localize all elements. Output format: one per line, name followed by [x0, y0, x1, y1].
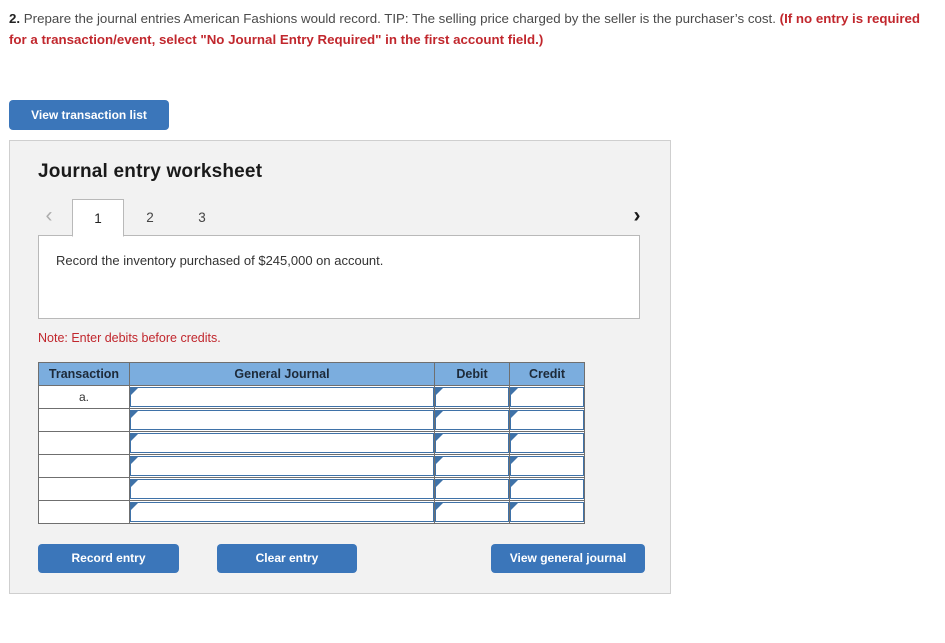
general-journal-input[interactable] — [130, 502, 434, 522]
clear-entry-button[interactable]: Clear entry — [217, 544, 357, 573]
debits-before-credits-note: Note: Enter debits before credits. — [38, 331, 221, 345]
general-journal-input[interactable] — [130, 456, 434, 476]
general-journal-cell[interactable] — [129, 477, 435, 501]
table-row — [38, 431, 585, 455]
debit-input[interactable] — [435, 479, 509, 499]
general-journal-cell[interactable] — [129, 431, 435, 455]
transaction-label: a. — [38, 385, 130, 409]
debit-cell[interactable] — [434, 385, 510, 409]
table-row — [38, 500, 585, 524]
column-header-transaction: Transaction — [38, 362, 130, 386]
question-text: Prepare the journal entries American Fas… — [23, 11, 776, 26]
debit-cell[interactable] — [434, 431, 510, 455]
transaction-instruction-box: Record the inventory purchased of $245,0… — [38, 235, 640, 319]
credit-cell[interactable] — [509, 385, 585, 409]
journal-entry-table: Transaction General Journal Debit Credit… — [38, 362, 585, 524]
transaction-label — [38, 408, 130, 432]
transaction-label — [38, 477, 130, 501]
credit-cell[interactable] — [509, 477, 585, 501]
transaction-label — [38, 500, 130, 524]
credit-input[interactable] — [510, 456, 584, 476]
general-journal-cell[interactable] — [129, 408, 435, 432]
credit-input[interactable] — [510, 502, 584, 522]
question-number: 2. — [9, 11, 21, 26]
credit-input[interactable] — [510, 410, 584, 430]
tab-2[interactable]: 2 — [124, 199, 176, 237]
general-journal-input[interactable] — [130, 433, 434, 453]
table-row — [38, 477, 585, 501]
chevron-left-icon[interactable]: ‹ — [38, 201, 60, 231]
table-row — [38, 454, 585, 478]
debit-cell[interactable] — [434, 477, 510, 501]
credit-cell[interactable] — [509, 454, 585, 478]
general-journal-input[interactable] — [130, 410, 434, 430]
debit-input[interactable] — [435, 387, 509, 407]
debit-cell[interactable] — [434, 454, 510, 478]
general-journal-cell[interactable] — [129, 385, 435, 409]
credit-input[interactable] — [510, 433, 584, 453]
journal-entry-worksheet-panel: Journal entry worksheet ‹ 1 2 3 › Record… — [9, 140, 671, 594]
debit-cell[interactable] — [434, 408, 510, 432]
column-header-credit: Credit — [509, 362, 585, 386]
table-header-row: Transaction General Journal Debit Credit — [38, 362, 585, 386]
view-transaction-list-button[interactable]: View transaction list — [9, 100, 169, 130]
credit-cell[interactable] — [509, 431, 585, 455]
transaction-instruction-text: Record the inventory purchased of $245,0… — [56, 253, 384, 268]
credit-input[interactable] — [510, 387, 584, 407]
tab-1[interactable]: 1 — [72, 199, 124, 237]
question-prompt: 2. Prepare the journal entries American … — [9, 8, 939, 50]
worksheet-tab-bar: ‹ 1 2 3 › — [38, 197, 648, 237]
debit-input[interactable] — [435, 502, 509, 522]
column-header-debit: Debit — [434, 362, 510, 386]
tab-3[interactable]: 3 — [176, 199, 228, 237]
credit-cell[interactable] — [509, 500, 585, 524]
debit-input[interactable] — [435, 410, 509, 430]
table-row — [38, 408, 585, 432]
table-row: a. — [38, 385, 585, 409]
credit-cell[interactable] — [509, 408, 585, 432]
transaction-label — [38, 431, 130, 455]
debit-input[interactable] — [435, 456, 509, 476]
debit-cell[interactable] — [434, 500, 510, 524]
worksheet-title: Journal entry worksheet — [38, 161, 263, 182]
general-journal-input[interactable] — [130, 479, 434, 499]
transaction-label — [38, 454, 130, 478]
credit-input[interactable] — [510, 479, 584, 499]
general-journal-cell[interactable] — [129, 454, 435, 478]
general-journal-input[interactable] — [130, 387, 434, 407]
general-journal-cell[interactable] — [129, 500, 435, 524]
view-general-journal-button[interactable]: View general journal — [491, 544, 645, 573]
column-header-general-journal: General Journal — [129, 362, 435, 386]
chevron-right-icon[interactable]: › — [626, 201, 648, 231]
debit-input[interactable] — [435, 433, 509, 453]
record-entry-button[interactable]: Record entry — [38, 544, 179, 573]
